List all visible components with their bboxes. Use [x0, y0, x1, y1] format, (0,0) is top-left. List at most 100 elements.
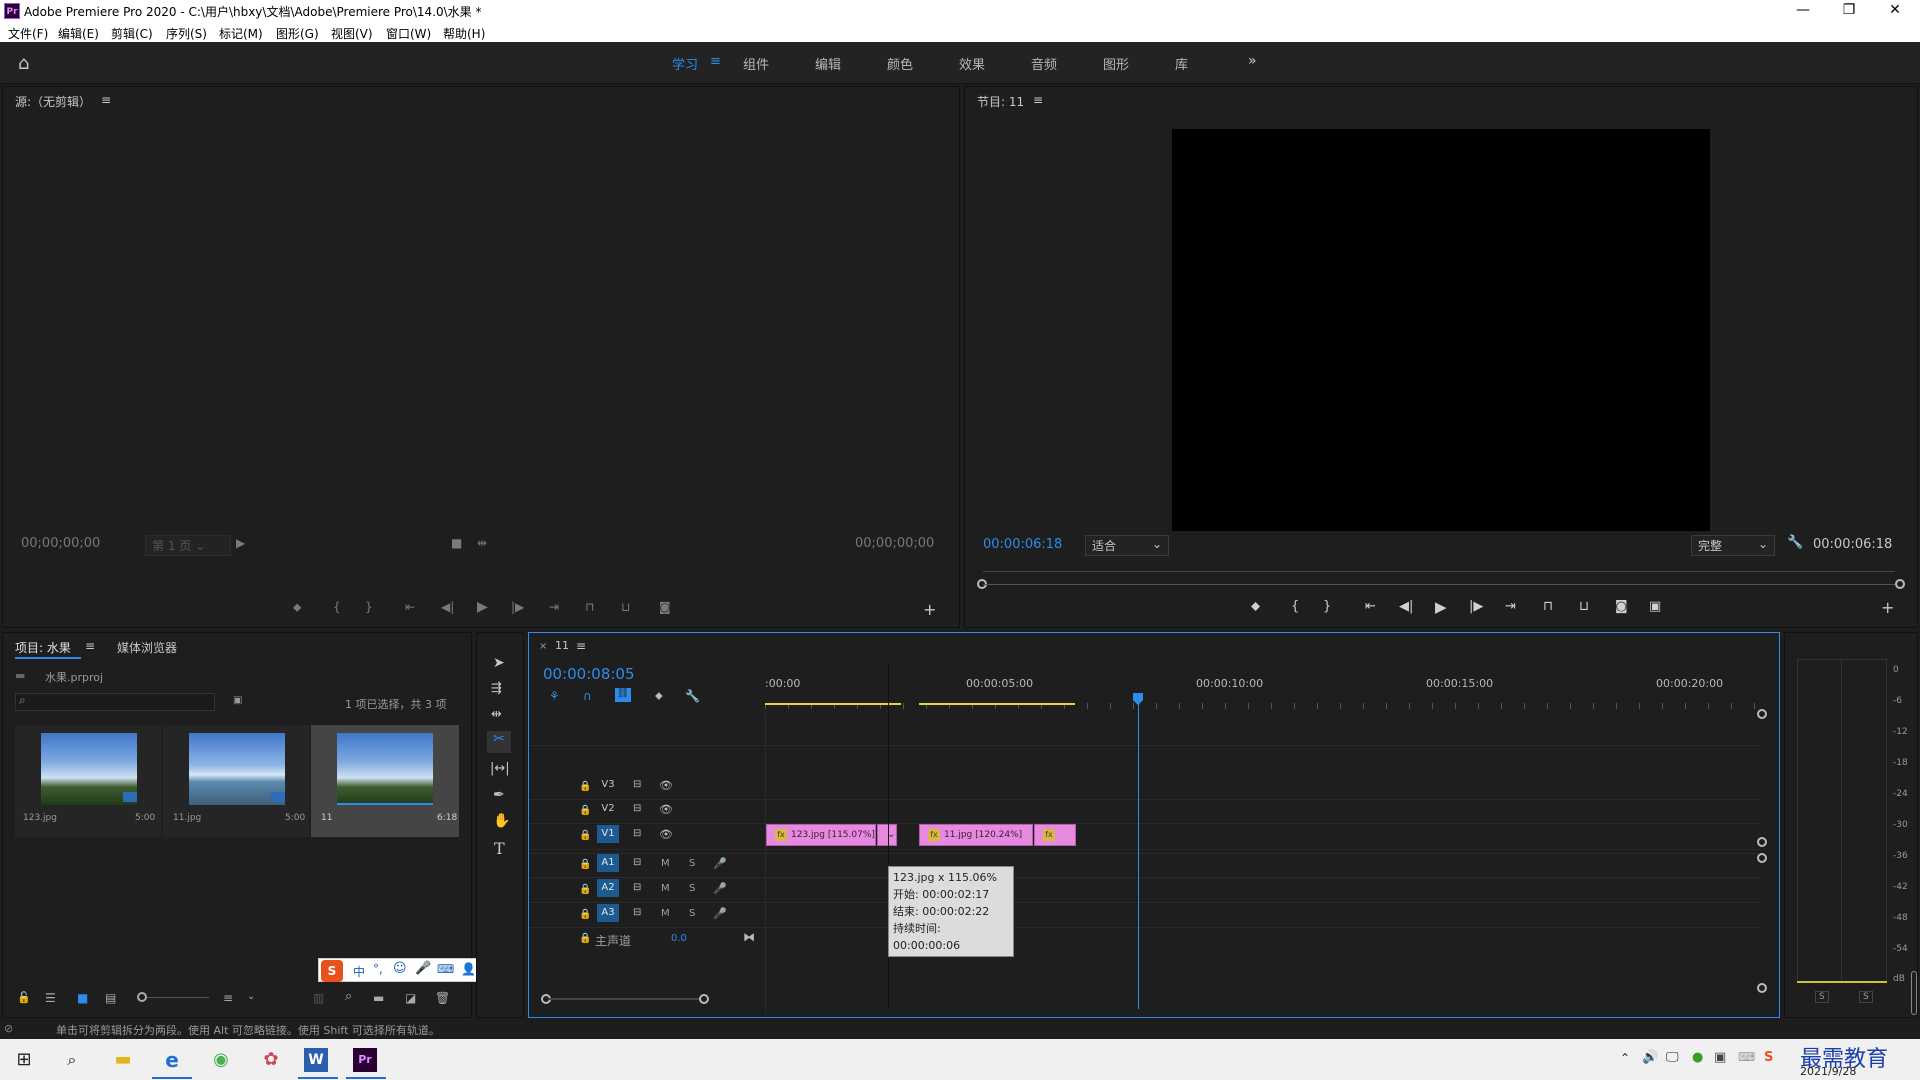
clip-11jpg-split[interactable]: fx	[1034, 824, 1076, 846]
eye-icon[interactable]: 👁	[659, 779, 673, 792]
trash-icon[interactable]: 🗑	[435, 991, 450, 1005]
vu-solo-left-button[interactable]: S	[1815, 991, 1829, 1003]
video-scroll-handle-top[interactable]	[1757, 709, 1767, 719]
mic-icon[interactable]: 🎤	[713, 857, 727, 870]
menu-clip[interactable]: 剪辑(C)	[111, 25, 153, 42]
lock-track-icon[interactable]: 🔒	[579, 859, 591, 870]
close-icon[interactable]: ✕	[1872, 0, 1918, 22]
new-search-bin-icon[interactable]: ▣	[233, 695, 242, 706]
linked-selection-icon[interactable]: ⛓	[615, 688, 631, 702]
source-menu-icon[interactable]: ≡	[101, 93, 111, 107]
user-icon[interactable]: 👤	[461, 962, 476, 976]
program-marker-icon[interactable]: ⬥	[1251, 599, 1260, 614]
search-icon[interactable]: ⌕	[57, 1045, 87, 1075]
hand-tool-icon[interactable]: ✋	[493, 813, 510, 829]
restore-icon[interactable]: ❐	[1826, 0, 1872, 22]
pen-tool-icon[interactable]: ✒	[493, 787, 505, 803]
vu-scrollbar[interactable]	[1911, 971, 1917, 1015]
source-export-frame-icon[interactable]: ◙	[659, 600, 671, 614]
timeline-close-icon[interactable]: ×	[539, 641, 547, 652]
automate-icon[interactable]: ▥	[313, 991, 324, 1005]
mic-icon[interactable]: 🎤	[713, 907, 727, 920]
zoom-scrollbar[interactable]	[549, 998, 701, 1000]
source-add-button-icon[interactable]: +	[923, 600, 936, 619]
volume-icon[interactable]: 🔊	[1642, 1050, 1658, 1065]
word-icon[interactable]: W	[304, 1048, 328, 1072]
workspace-libraries[interactable]: 库	[1175, 54, 1188, 73]
audio-scroll-handle-top[interactable]	[1757, 853, 1767, 863]
menu-marker[interactable]: 标记(M)	[219, 25, 263, 42]
edge-icon[interactable]: e	[157, 1045, 187, 1075]
tab-project[interactable]: 项目: 水果	[15, 639, 71, 656]
workspace-menu-icon[interactable]: ≡	[710, 54, 721, 69]
mic-icon[interactable]: 🎤	[713, 882, 727, 895]
project-search-input[interactable]	[15, 693, 215, 711]
add-marker-icon[interactable]: ⬥	[655, 689, 663, 703]
menu-edit[interactable]: 编辑(E)	[58, 25, 99, 42]
sogou-logo[interactable]: S	[321, 960, 343, 982]
timeline-timecode[interactable]: 00:00:08:05	[543, 665, 635, 683]
workspace-learn[interactable]: 学习	[672, 54, 698, 73]
workspace-audio[interactable]: 音频	[1031, 54, 1057, 73]
source-marker-icon[interactable]: ⬥	[293, 600, 301, 615]
timeline-tab[interactable]: 11	[555, 639, 569, 652]
icon-view-icon[interactable]: ■	[77, 991, 88, 1005]
green-app-icon[interactable]: ◉	[206, 1045, 236, 1075]
source-insert-icon[interactable]: ⊓	[585, 600, 594, 614]
track-label-v1[interactable]: V1	[597, 825, 619, 843]
program-zoom-handle-right[interactable]	[1895, 579, 1905, 589]
track-label-v3[interactable]: V3	[597, 776, 619, 794]
audio-scroll-handle-bottom[interactable]	[1757, 983, 1767, 993]
solo-button[interactable]: S	[689, 883, 695, 894]
menu-sequence[interactable]: 序列(S)	[166, 25, 207, 42]
zoom-slider-handle[interactable]	[137, 992, 147, 1002]
lock-track-icon[interactable]: 🔒	[579, 884, 591, 895]
sync-lock-icon[interactable]: ⊟	[633, 907, 641, 918]
source-goto-out-icon[interactable]: ⇥	[549, 600, 559, 614]
tab-media-browser[interactable]: 媒体浏览器	[117, 639, 177, 656]
menu-window[interactable]: 窗口(W)	[386, 25, 431, 42]
track-label-a1[interactable]: A1	[597, 854, 619, 872]
track-label-a3[interactable]: A3	[597, 904, 619, 922]
workspace-effects[interactable]: 效果	[959, 54, 985, 73]
mute-button[interactable]: M	[661, 858, 670, 869]
source-play-icon[interactable]: ▶	[477, 599, 488, 615]
more-workspaces-icon[interactable]: »	[1248, 53, 1257, 69]
source-page-dropdown[interactable]: 第 1 页 ⌄	[145, 535, 231, 556]
sync-lock-icon[interactable]: ⊟	[633, 857, 641, 868]
source-overwrite-icon[interactable]: ⊔	[621, 600, 630, 614]
clip-11jpg[interactable]: fx 11.jpg [120.24%]	[919, 824, 1033, 846]
program-goto-out-icon[interactable]: ⇥	[1505, 599, 1516, 614]
program-lift-icon[interactable]: ⊓	[1543, 599, 1553, 614]
snap-icon[interactable]: ∩	[583, 689, 592, 703]
razor-tool-icon[interactable]: ✂	[487, 731, 511, 753]
workspace-editing[interactable]: 编辑	[815, 54, 841, 73]
lock-track-icon[interactable]: 🔒	[579, 830, 591, 841]
source-step-back-icon[interactable]: ◀|	[441, 600, 454, 614]
voice-icon[interactable]: 🎤	[415, 961, 431, 976]
project-menu-icon[interactable]: ≡	[85, 639, 95, 653]
program-fit-dropdown[interactable]: 适合 ⌄	[1085, 535, 1169, 556]
source-step-forward-icon[interactable]: |▶	[511, 600, 524, 614]
ruler-ticks[interactable]	[765, 703, 1755, 709]
eye-icon[interactable]: 👁	[659, 828, 673, 841]
red-app-icon[interactable]: ✿	[256, 1045, 286, 1075]
program-add-button-icon[interactable]: +	[1881, 598, 1894, 617]
ime-mode[interactable]: 中	[353, 963, 365, 980]
program-extract-icon[interactable]: ⊔	[1579, 599, 1589, 614]
menu-view[interactable]: 视图(V)	[331, 25, 373, 42]
track-label-v2[interactable]: V2	[597, 800, 619, 818]
timeline-settings-icon[interactable]: 🔧	[685, 689, 700, 703]
menu-help[interactable]: 帮助(H)	[443, 25, 485, 42]
freeform-view-icon[interactable]: ▤	[105, 991, 116, 1005]
program-goto-in-icon[interactable]: ⇤	[1365, 599, 1376, 614]
project-item-123jpg[interactable]: 123.jpg 5:00	[15, 725, 161, 837]
sort-dropdown-icon[interactable]: ⌄	[247, 991, 255, 1002]
video-scroll-handle-bottom[interactable]	[1757, 837, 1767, 847]
tray-app-green-icon[interactable]: ●	[1692, 1050, 1703, 1065]
program-menu-icon[interactable]: ≡	[1033, 93, 1043, 107]
solo-button[interactable]: S	[689, 858, 695, 869]
workspace-graphics[interactable]: 图形	[1103, 54, 1129, 73]
mute-button[interactable]: M	[661, 908, 670, 919]
program-in-icon[interactable]: {	[1291, 599, 1299, 614]
